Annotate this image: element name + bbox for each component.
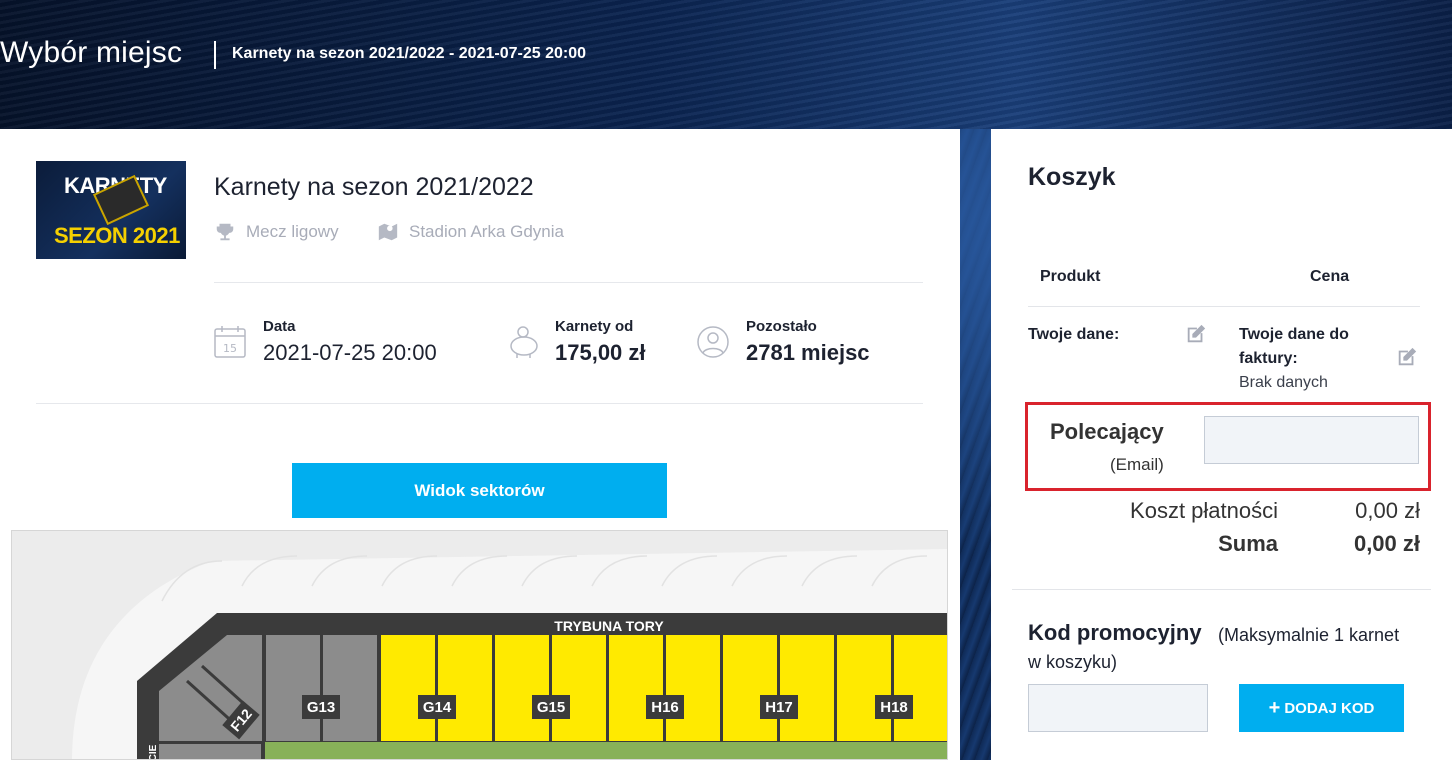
- sector-h17-a[interactable]: [723, 635, 777, 741]
- event-title: Karnety na sezon 2021/2022: [214, 173, 534, 201]
- cart-title: Koszyk: [1028, 163, 1116, 191]
- sector-h18-b[interactable]: [894, 635, 948, 741]
- category-label: Mecz ligowy: [246, 222, 339, 241]
- stadium-map-svg[interactable]: TRYBUNA TORY F12 G13 G14 G15 H16 H17 H18…: [12, 531, 948, 760]
- info-divider: [214, 282, 923, 283]
- edit-invoice-icon[interactable]: [1396, 346, 1418, 368]
- date-value: 2021-07-25 20:00: [263, 340, 437, 365]
- price-from-label: Karnety od: [555, 318, 634, 335]
- date-label: Data: [263, 318, 296, 335]
- svg-text:15: 15: [223, 342, 237, 355]
- sector-h16-a[interactable]: [609, 635, 663, 741]
- event-panel: KARNETY SEZON 2021 Karnety na sezon 2021…: [0, 129, 960, 760]
- remaining-label: Pozostało: [746, 318, 817, 335]
- cart-panel: Koszyk Produkt Cena Twoje dane: Twoje da…: [991, 129, 1452, 760]
- map-icon: [378, 223, 398, 241]
- promo-note-line-1: (Maksymalnie 1 karnet: [1218, 625, 1400, 645]
- thumbnail-line-2: SEZON 2021: [54, 223, 180, 248]
- referrer-label: Polecający: [1050, 419, 1164, 444]
- stats-divider: [36, 403, 923, 404]
- pitch: [265, 742, 947, 759]
- sector-g14-b[interactable]: [438, 635, 492, 741]
- referrer-email-input[interactable]: [1204, 416, 1419, 464]
- sectors-view-button[interactable]: Widok sektorów: [292, 463, 667, 518]
- title-separator: [214, 41, 216, 69]
- sector-g13-b[interactable]: [323, 635, 377, 741]
- promo-code-input[interactable]: [1028, 684, 1208, 732]
- sector-g14-a[interactable]: [381, 635, 435, 741]
- stadium-map[interactable]: TRYBUNA TORY F12 G13 G14 G15 H16 H17 H18…: [11, 530, 948, 760]
- event-thumbnail: KARNETY SEZON 2021: [36, 161, 186, 259]
- col-product: Produkt: [1040, 268, 1101, 285]
- sector-label-g13: G13: [307, 699, 335, 716]
- event-category: Mecz ligowy: [214, 221, 339, 243]
- payment-cost-label: Koszt płatności: [1130, 498, 1278, 523]
- sum-label: Suma: [1218, 531, 1278, 556]
- remaining-value: 2781 miejsc: [746, 340, 870, 365]
- venue-label: Stadion Arka Gdynia: [409, 222, 564, 241]
- invoice-label-line-1: Twoje dane do: [1239, 326, 1349, 343]
- user-icon: [697, 326, 729, 358]
- your-data-label: Twoje dane:: [1028, 326, 1120, 343]
- edit-data-icon[interactable]: [1185, 323, 1207, 345]
- add-code-label: DODAJ KOD: [1284, 699, 1375, 717]
- piggy-bank-icon: [510, 326, 538, 358]
- trophy-icon: [216, 223, 234, 241]
- invoice-label-line-2: faktury:: [1239, 350, 1298, 367]
- stadium-background: [0, 0, 1452, 129]
- sector-g13-a[interactable]: [266, 635, 320, 741]
- sector-g15-a[interactable]: [495, 635, 549, 741]
- sector-h17-b[interactable]: [780, 635, 834, 741]
- cart-footer-divider: [1012, 589, 1431, 590]
- sector-h18-a[interactable]: [837, 635, 891, 741]
- stand-label: TRYBUNA TORY: [554, 618, 664, 634]
- plus-icon: +: [1268, 697, 1281, 719]
- sector-label-h18: H18: [880, 699, 908, 716]
- calendar-icon: 15: [214, 326, 246, 358]
- add-code-button[interactable]: + DODAJ KOD: [1239, 684, 1404, 732]
- cart-header-divider: [1028, 306, 1420, 307]
- promo-title: Kod promocyjny: [1028, 620, 1202, 645]
- sector-lower[interactable]: [159, 744, 261, 760]
- sector-label-h16: H16: [651, 699, 679, 716]
- sector-h16-b[interactable]: [666, 635, 720, 741]
- sector-g15-b[interactable]: [552, 635, 606, 741]
- promo-note-line-2: w koszyku): [1028, 652, 1118, 672]
- side-label: CIE: [148, 744, 159, 760]
- sector-label-g15: G15: [537, 699, 565, 716]
- event-venue: Stadion Arka Gdynia: [377, 221, 564, 243]
- referrer-sub-label: (Email): [1110, 455, 1164, 474]
- col-price: Cena: [1310, 268, 1350, 285]
- payment-cost-value: 0,00 zł: [1355, 498, 1420, 523]
- page-subtitle: Karnety na sezon 2021/2022 - 2021-07-25 …: [232, 45, 586, 62]
- page-title: Wybór miejsc: [0, 36, 183, 69]
- price-from-value: 175,00 zł: [555, 340, 646, 365]
- invoice-value: Brak danych: [1239, 374, 1328, 391]
- sum-value: 0,00 zł: [1353, 531, 1420, 556]
- sector-label-g14: G14: [423, 699, 452, 716]
- hero-banner: Wybór miejsc Karnety na sezon 2021/2022 …: [0, 0, 1452, 129]
- sector-label-h17: H17: [765, 699, 793, 716]
